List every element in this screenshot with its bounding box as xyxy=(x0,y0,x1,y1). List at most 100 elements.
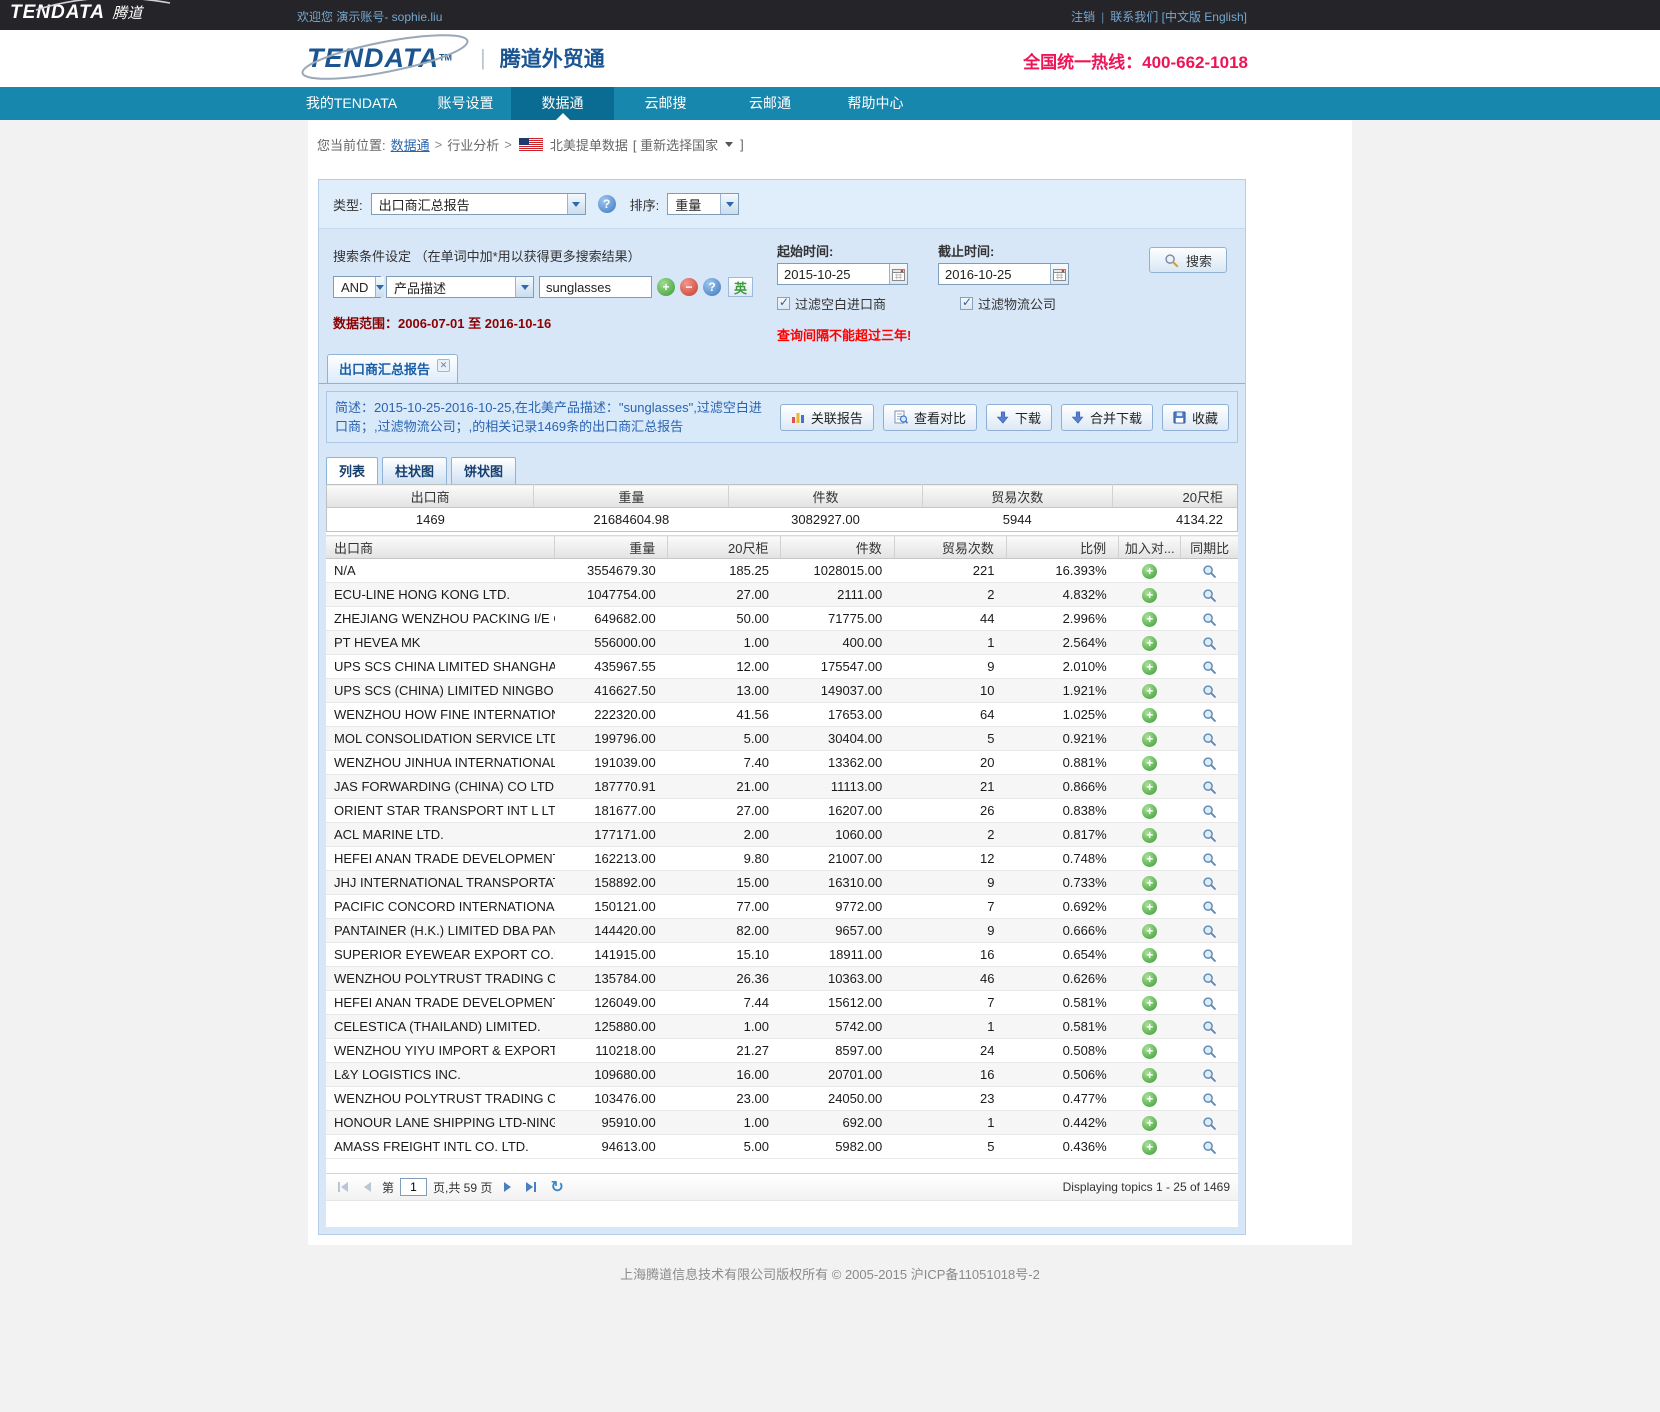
chevron-down-icon[interactable] xyxy=(725,142,733,147)
keyword-input[interactable] xyxy=(539,276,652,298)
help-icon[interactable]: ? xyxy=(703,278,721,296)
add-to-compare-icon[interactable] xyxy=(1142,828,1157,843)
yoy-magnifier-icon[interactable] xyxy=(1202,1140,1217,1155)
add-to-compare-icon[interactable] xyxy=(1142,852,1157,867)
yoy-magnifier-icon[interactable] xyxy=(1202,1116,1217,1131)
add-to-compare-icon[interactable] xyxy=(1142,660,1157,675)
yoy-magnifier-icon[interactable] xyxy=(1202,708,1217,723)
refresh-icon[interactable]: ↻ xyxy=(550,1177,563,1197)
end-date-input[interactable]: 2016-10-25 xyxy=(938,263,1069,285)
add-to-compare-icon[interactable] xyxy=(1142,876,1157,891)
add-to-compare-icon[interactable] xyxy=(1142,804,1157,819)
start-date-input[interactable]: 2015-10-25 xyxy=(777,263,908,285)
exporter-name-link[interactable]: ACL MARINE LTD. xyxy=(326,823,555,847)
exporter-name-link[interactable]: N/A xyxy=(326,559,555,583)
yoy-magnifier-icon[interactable] xyxy=(1202,564,1217,579)
filter-logistics-checkbox[interactable]: 过滤物流公司 xyxy=(960,294,1056,313)
add-to-compare-icon[interactable] xyxy=(1142,972,1157,987)
col-header-weight[interactable]: 重量 xyxy=(555,536,668,559)
yoy-magnifier-icon[interactable] xyxy=(1202,804,1217,819)
boolean-operator-select[interactable]: AND xyxy=(333,276,381,298)
next-page-button[interactable] xyxy=(498,1178,516,1196)
remove-condition-icon[interactable]: − xyxy=(680,278,698,296)
yoy-magnifier-icon[interactable] xyxy=(1202,924,1217,939)
search-field-select[interactable]: 产品描述 xyxy=(386,276,534,298)
add-to-compare-icon[interactable] xyxy=(1142,756,1157,771)
exporter-name-link[interactable]: WENZHOU YIYU IMPORT & EXPORT C... xyxy=(326,1039,555,1063)
add-to-compare-icon[interactable] xyxy=(1142,612,1157,627)
language-switch-link[interactable]: [中文版 English] xyxy=(1162,10,1247,24)
add-to-compare-icon[interactable] xyxy=(1142,900,1157,915)
exporter-name-link[interactable]: HEFEI ANAN TRADE DEVELOPMENT CO... xyxy=(326,847,555,871)
exporter-name-link[interactable]: L&Y LOGISTICS INC. xyxy=(326,1063,555,1087)
col-header-add-compare[interactable]: 加入对... xyxy=(1119,536,1181,559)
exporter-name-link[interactable]: UPS SCS (CHINA) LIMITED NINGBO xyxy=(326,679,555,703)
col-header-exporter[interactable]: 出口商 xyxy=(326,536,555,559)
exporter-name-link[interactable]: ECU-LINE HONG KONG LTD. xyxy=(326,583,555,607)
merge-download-button[interactable]: 合并下载 xyxy=(1061,404,1153,431)
english-toggle-button[interactable]: 英 xyxy=(728,277,753,297)
yoy-magnifier-icon[interactable] xyxy=(1202,612,1217,627)
add-to-compare-icon[interactable] xyxy=(1142,588,1157,603)
add-to-compare-icon[interactable] xyxy=(1142,1116,1157,1131)
yoy-magnifier-icon[interactable] xyxy=(1202,684,1217,699)
yoy-magnifier-icon[interactable] xyxy=(1202,996,1217,1011)
close-icon[interactable]: ✕ xyxy=(437,359,450,372)
exporter-name-link[interactable]: UPS SCS CHINA LIMITED SHANGHAI xyxy=(326,655,555,679)
yoy-magnifier-icon[interactable] xyxy=(1202,660,1217,675)
add-condition-icon[interactable]: + xyxy=(657,278,675,296)
view-compare-button[interactable]: 查看对比 xyxy=(883,404,977,431)
report-tab[interactable]: 出口商汇总报告 ✕ xyxy=(327,354,458,383)
col-header-quantity[interactable]: 件数 xyxy=(781,536,894,559)
last-page-button[interactable] xyxy=(522,1178,540,1196)
help-icon[interactable]: ? xyxy=(598,195,616,213)
yoy-magnifier-icon[interactable] xyxy=(1202,756,1217,771)
chevron-down-icon[interactable] xyxy=(567,194,585,214)
exporter-name-link[interactable]: SUPERIOR EYEWEAR EXPORT CO.LLC xyxy=(326,943,555,967)
exporter-name-link[interactable]: WENZHOU POLYTRUST TRADING CO., ... xyxy=(326,967,555,991)
chevron-down-icon[interactable] xyxy=(720,194,738,214)
yoy-magnifier-icon[interactable] xyxy=(1202,852,1217,867)
related-report-button[interactable]: 关联报告 xyxy=(780,404,874,431)
calendar-icon[interactable] xyxy=(889,264,907,284)
yoy-magnifier-icon[interactable] xyxy=(1202,588,1217,603)
yoy-magnifier-icon[interactable] xyxy=(1202,948,1217,963)
exporter-name-link[interactable]: PANTAINER (H.K.) LIMITED DBA PANTAI xyxy=(326,919,555,943)
yoy-magnifier-icon[interactable] xyxy=(1202,1044,1217,1059)
tab-pie-chart-view[interactable]: 饼状图 xyxy=(451,457,516,484)
add-to-compare-icon[interactable] xyxy=(1142,948,1157,963)
exporter-name-link[interactable]: ZHEJIANG WENZHOU PACKING I/E CORP. xyxy=(326,607,555,631)
reselect-country-label[interactable]: [ 重新选择国家 xyxy=(633,135,718,154)
yoy-magnifier-icon[interactable] xyxy=(1202,732,1217,747)
favorite-button[interactable]: 收藏 xyxy=(1162,404,1229,431)
exporter-name-link[interactable]: WENZHOU POLYTRUST TRADING CO xyxy=(326,1087,555,1111)
yoy-magnifier-icon[interactable] xyxy=(1202,900,1217,915)
contact-link[interactable]: 联系我们 xyxy=(1110,10,1158,24)
first-page-button[interactable] xyxy=(334,1178,352,1196)
yoy-magnifier-icon[interactable] xyxy=(1202,1068,1217,1083)
col-header-yoy[interactable]: 同期比 xyxy=(1181,536,1238,559)
add-to-compare-icon[interactable] xyxy=(1142,636,1157,651)
prev-page-button[interactable] xyxy=(358,1178,376,1196)
yoy-magnifier-icon[interactable] xyxy=(1202,636,1217,651)
add-to-compare-icon[interactable] xyxy=(1142,780,1157,795)
checkbox-checked-icon[interactable] xyxy=(960,297,973,310)
nav-item-my-tendata[interactable]: 我的TENDATA xyxy=(283,87,420,120)
filter-blank-importer-checkbox[interactable]: 过滤空白进口商 xyxy=(777,294,886,313)
nav-item-cloud-mail[interactable]: 云邮通 xyxy=(717,87,823,120)
tab-bar-chart-view[interactable]: 柱状图 xyxy=(382,457,447,484)
exporter-name-link[interactable]: WENZHOU JINHUA INTERNATIONAL T... xyxy=(326,751,555,775)
exporter-name-link[interactable]: JHJ INTERNATIONAL TRANSPORTATIO... xyxy=(326,871,555,895)
add-to-compare-icon[interactable] xyxy=(1142,1092,1157,1107)
col-header-ratio[interactable]: 比例 xyxy=(1006,536,1118,559)
nav-item-help-center[interactable]: 帮助中心 xyxy=(823,87,928,120)
nav-item-account-settings[interactable]: 账号设置 xyxy=(420,87,511,120)
logout-link[interactable]: 注销 xyxy=(1071,10,1095,24)
col-header-trade-count[interactable]: 贸易次数 xyxy=(894,536,1006,559)
add-to-compare-icon[interactable] xyxy=(1142,708,1157,723)
exporter-name-link[interactable]: MOL CONSOLIDATION SERVICE LTD O/B xyxy=(326,727,555,751)
exporter-name-link[interactable]: HONOUR LANE SHIPPING LTD-NINGBO xyxy=(326,1111,555,1135)
checkbox-checked-icon[interactable] xyxy=(777,297,790,310)
add-to-compare-icon[interactable] xyxy=(1142,732,1157,747)
breadcrumb-link-data-hub[interactable]: 数据通 xyxy=(391,135,430,154)
